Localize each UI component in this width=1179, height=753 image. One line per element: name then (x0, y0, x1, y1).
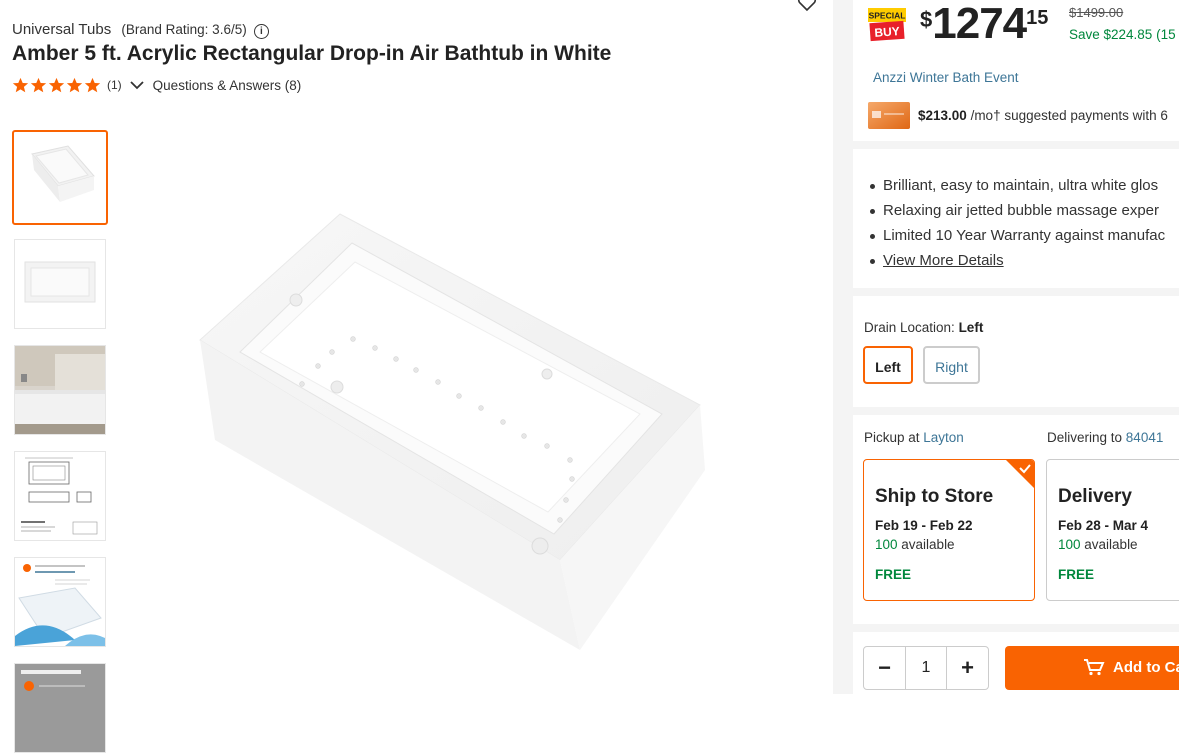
credit-card-icon (868, 102, 910, 129)
special-buy-bottom-text: BUY (874, 24, 900, 40)
thumbnail-2[interactable] (14, 239, 106, 329)
checkmark-icon (1006, 460, 1034, 488)
questions-answers-link[interactable]: Questions & Answers (8) (153, 78, 302, 93)
brand-line: Universal Tubs (Brand Rating: 3.6/5) i (12, 21, 269, 39)
star-icon[interactable] (66, 77, 83, 94)
quantity-input[interactable]: 1 (905, 647, 947, 689)
spec-drawing-thumb (15, 452, 105, 540)
delivery-dates: Feb 28 - Mar 4 (1058, 518, 1149, 533)
delivery-card[interactable]: Delivery Feb 28 - Mar 4 100 available FR… (1046, 459, 1179, 601)
pickup-store-link[interactable]: Layton (923, 430, 964, 445)
star-icon[interactable] (12, 77, 29, 94)
highlight-item: Relaxing air jetted bubble massage exper (869, 201, 1165, 226)
section-separator (853, 407, 1179, 415)
info-graphic-thumb (15, 664, 105, 752)
price-dollars: 1274 (932, 0, 1027, 48)
delivery-availability: 100 available (1058, 537, 1179, 552)
column-divider (833, 0, 853, 694)
ship-available-count: 100 (875, 537, 898, 552)
was-price: $1499.00 (1069, 5, 1124, 20)
delivery-cost: FREE (1058, 567, 1095, 582)
add-to-cart-button[interactable]: Add to Ca (1005, 646, 1179, 690)
thumbnail-5[interactable] (14, 557, 106, 647)
special-buy-top-text: SPECIAL (869, 11, 906, 21)
payment-text: /mo† suggested payments with 6 (966, 108, 1168, 123)
pickup-label: Pickup at (864, 430, 924, 445)
ship-availability: 100 available (875, 537, 1034, 552)
delivery-available-count: 100 (1058, 537, 1081, 552)
brand-rating: (Brand Rating: 3.6/5) (121, 22, 247, 37)
section-separator (853, 624, 1179, 632)
bathtub-thumb-image (31, 145, 95, 202)
price-currency: $ (920, 7, 933, 32)
thumbnail-6[interactable] (14, 663, 106, 753)
pickup-location: Pickup at Layton (864, 430, 964, 445)
quantity-stepper: − 1 + (863, 646, 989, 690)
delivery-zip-link[interactable]: 84041 (1126, 430, 1164, 445)
drain-selected-value: Left (958, 320, 984, 335)
bathtub-top-view-thumb (24, 261, 96, 303)
favorite-heart-icon[interactable] (797, 0, 817, 12)
drain-option-left[interactable]: Left (863, 346, 913, 384)
bathroom-scene-thumb (15, 346, 105, 434)
add-to-cart-label: Add to Ca (1113, 659, 1179, 676)
brand-name-link[interactable]: Universal Tubs (12, 21, 111, 38)
price-cents: 15 (1026, 7, 1049, 29)
highlight-item: Brilliant, easy to maintain, ultra white… (869, 176, 1165, 201)
ship-available-text: available (897, 537, 955, 552)
ship-to-store-card[interactable]: Ship to Store Feb 19 - Feb 22 100 availa… (863, 459, 1035, 601)
delivery-available-text: available (1080, 537, 1138, 552)
ship-dates: Feb 19 - Feb 22 (875, 518, 973, 533)
view-more-item: View More Details (869, 251, 1165, 276)
payment-amount: $213.00 (918, 108, 967, 123)
cart-icon (1084, 659, 1105, 676)
view-more-details-link[interactable]: View More Details (883, 252, 1004, 269)
chevron-down-icon[interactable] (130, 80, 144, 90)
ratings-row: (1) Questions & Answers (8) (12, 75, 301, 95)
ship-cost: FREE (875, 567, 912, 582)
thumbnail-3[interactable] (14, 345, 106, 435)
savings-text: Save $224.85 (15 (1069, 27, 1176, 42)
air-jets-feature-thumb (15, 558, 105, 646)
section-separator (853, 288, 1179, 296)
delivery-location: Delivering to 84041 (1047, 430, 1163, 445)
star-icon[interactable] (48, 77, 65, 94)
quantity-decrease-button[interactable]: − (864, 647, 905, 689)
delivery-title: Delivery (1058, 486, 1132, 507)
product-highlights: Brilliant, easy to maintain, ultra white… (869, 176, 1165, 276)
drain-label-text: Drain Location: (864, 320, 959, 335)
star-icon[interactable] (30, 77, 47, 94)
delivering-label: Delivering to (1047, 430, 1126, 445)
ship-to-store-title: Ship to Store (875, 486, 994, 507)
thumbnail-1[interactable] (12, 130, 108, 225)
drain-option-right[interactable]: Right (923, 346, 980, 384)
review-count-link[interactable]: (1) (107, 78, 122, 92)
highlight-item: Limited 10 Year Warranty against manufac (869, 226, 1165, 251)
product-title: Amber 5 ft. Acrylic Rectangular Drop-in … (12, 42, 612, 65)
section-separator (853, 141, 1179, 149)
thumbnail-4[interactable] (14, 451, 106, 541)
special-buy-badge: SPECIAL BUY (868, 8, 906, 42)
event-link[interactable]: Anzzi Winter Bath Event (873, 70, 1019, 85)
payment-suggestion: $213.00 /mo† suggested payments with 6 (918, 108, 1168, 123)
quantity-increase-button[interactable]: + (947, 647, 988, 689)
price: $127415 (920, 0, 1048, 50)
drain-location-label: Drain Location: Left (864, 320, 983, 335)
info-icon[interactable]: i (253, 24, 269, 39)
main-product-image[interactable] (190, 200, 710, 660)
star-icon[interactable] (84, 77, 101, 94)
